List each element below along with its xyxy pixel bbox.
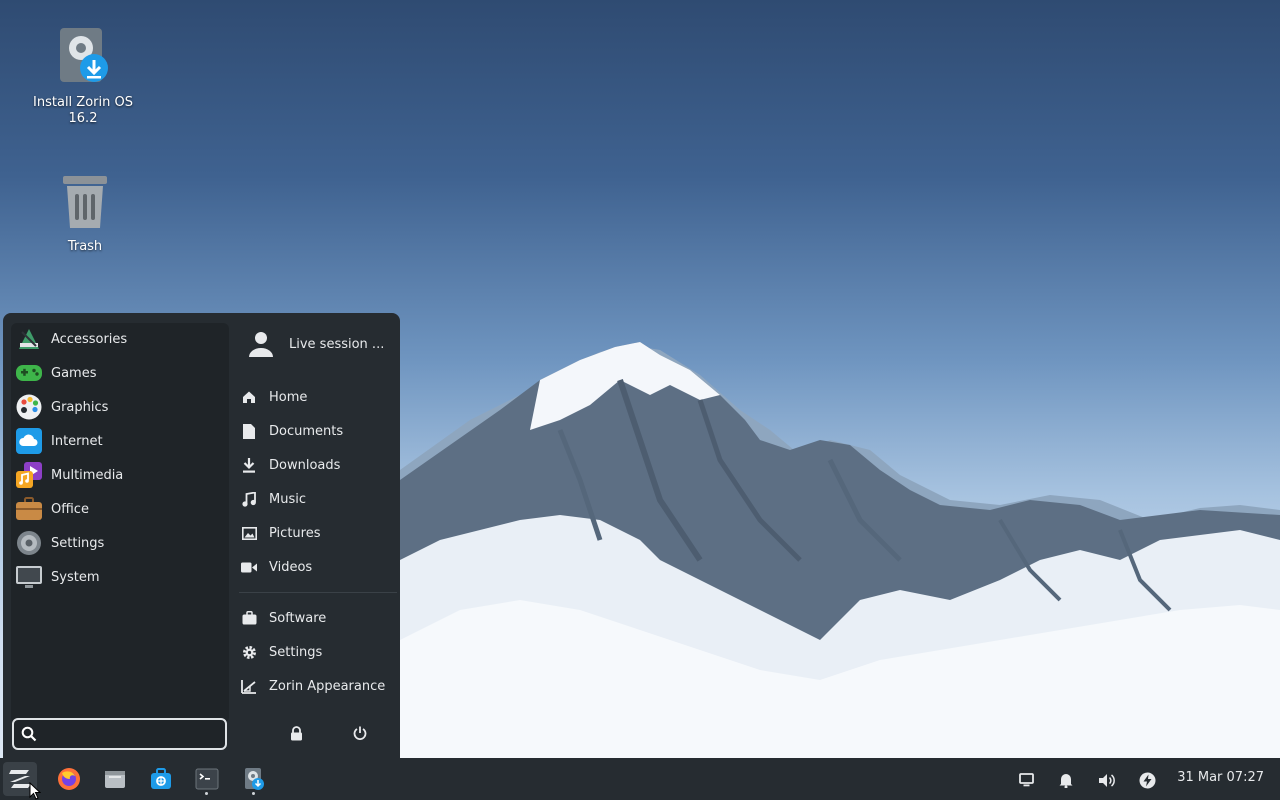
- link-zorin-appearance[interactable]: Zorin Appearance: [241, 671, 391, 701]
- clock[interactable]: 31 Mar 07:27: [1177, 770, 1264, 785]
- music-icon: [241, 491, 257, 507]
- desktop-icon: [1018, 773, 1034, 787]
- folder-icon: [105, 771, 125, 788]
- trash-icon: [63, 176, 107, 228]
- multimedia-icon: [15, 461, 43, 489]
- document-icon: [241, 423, 257, 439]
- link-label: Settings: [269, 644, 323, 660]
- gamepad-icon: [15, 359, 43, 387]
- running-indicator: [252, 792, 255, 795]
- user-label: Live session ...: [289, 336, 385, 352]
- mouse-cursor-icon: [29, 782, 41, 800]
- lock-icon: [290, 725, 302, 740]
- start-menu: Accessories Games Graphics Internet Mult…: [3, 313, 400, 758]
- tray-volume[interactable]: [1096, 769, 1118, 791]
- video-icon: [241, 559, 257, 575]
- category-internet[interactable]: Internet: [15, 425, 225, 457]
- taskbar-software[interactable]: [144, 762, 178, 796]
- place-label: Downloads: [269, 457, 341, 473]
- user-icon: [249, 332, 273, 357]
- category-label: Games: [51, 365, 97, 381]
- trash-label: Trash: [67, 239, 103, 254]
- accessories-icon: [15, 325, 43, 353]
- link-software[interactable]: Software: [241, 603, 391, 633]
- home-icon: [241, 389, 257, 405]
- category-system[interactable]: System: [15, 561, 225, 593]
- taskbar-files[interactable]: [98, 762, 132, 796]
- gear-icon: [241, 644, 257, 660]
- place-downloads[interactable]: Downloads: [241, 450, 391, 480]
- gear-icon: [15, 529, 43, 557]
- desktop-icon-installer[interactable]: Install Zorin OS 16.2: [28, 26, 138, 127]
- category-accessories[interactable]: Accessories: [15, 323, 225, 355]
- category-office[interactable]: Office: [15, 493, 225, 525]
- taskbar-installer[interactable]: [237, 762, 271, 796]
- lock-button[interactable]: [286, 723, 306, 743]
- place-label: Documents: [269, 423, 344, 439]
- category-label: Graphics: [51, 399, 109, 415]
- power-icon: [353, 726, 367, 740]
- category-label: System: [51, 569, 100, 585]
- tray-show-desktop[interactable]: [1015, 769, 1037, 791]
- tray-power-status[interactable]: [1136, 769, 1158, 791]
- category-graphics[interactable]: Graphics: [15, 391, 225, 423]
- software-store-icon: [241, 610, 257, 626]
- running-indicator: [205, 792, 208, 795]
- place-label: Pictures: [269, 525, 321, 541]
- place-pictures[interactable]: Pictures: [241, 518, 391, 548]
- link-settings[interactable]: Settings: [241, 637, 391, 667]
- place-videos[interactable]: Videos: [241, 552, 391, 582]
- palette-icon: [15, 393, 43, 421]
- firefox-icon: [58, 768, 80, 790]
- software-store-icon: [151, 768, 171, 789]
- taskbar: 31 Mar 07:27: [0, 758, 1280, 800]
- place-music[interactable]: Music: [241, 484, 391, 514]
- link-label: Zorin Appearance: [269, 678, 386, 694]
- cloud-icon: [15, 427, 43, 455]
- category-label: Internet: [51, 433, 103, 449]
- place-label: Home: [269, 389, 308, 405]
- place-label: Videos: [269, 559, 313, 575]
- taskbar-terminal[interactable]: [190, 762, 224, 796]
- search-input[interactable]: [43, 725, 217, 743]
- installer-icon: [60, 28, 108, 82]
- monitor-icon: [15, 563, 43, 591]
- terminal-icon: [195, 768, 219, 790]
- user-account[interactable]: Live session ...: [247, 327, 384, 361]
- place-label: Music: [269, 491, 306, 507]
- appearance-icon: [241, 678, 257, 694]
- power-button[interactable]: [350, 723, 370, 743]
- search-box[interactable]: [12, 718, 227, 750]
- battery-charging-icon: [1139, 772, 1155, 788]
- briefcase-icon: [15, 495, 43, 523]
- tray-notifications[interactable]: [1055, 769, 1077, 791]
- download-icon: [241, 457, 257, 473]
- installer-icon: [245, 768, 264, 790]
- category-label: Office: [51, 501, 89, 517]
- desktop-icon-trash[interactable]: Trash: [30, 174, 140, 255]
- category-multimedia[interactable]: Multimedia: [15, 459, 225, 491]
- taskbar-firefox[interactable]: [52, 762, 86, 796]
- category-label: Accessories: [51, 331, 128, 347]
- category-settings[interactable]: Settings: [15, 527, 225, 559]
- link-label: Software: [269, 610, 327, 626]
- installer-label: Install Zorin OS 16.2: [33, 95, 133, 126]
- picture-icon: [241, 525, 257, 541]
- search-icon: [21, 726, 37, 742]
- bell-icon: [1059, 774, 1073, 788]
- volume-icon: [1099, 773, 1115, 787]
- place-documents[interactable]: Documents: [241, 416, 391, 446]
- category-label: Multimedia: [51, 467, 124, 483]
- category-label: Settings: [51, 535, 105, 551]
- category-games[interactable]: Games: [15, 357, 225, 389]
- menu-separator: [239, 592, 397, 593]
- category-pane: Accessories Games Graphics Internet Mult…: [11, 323, 229, 723]
- place-home[interactable]: Home: [241, 382, 391, 412]
